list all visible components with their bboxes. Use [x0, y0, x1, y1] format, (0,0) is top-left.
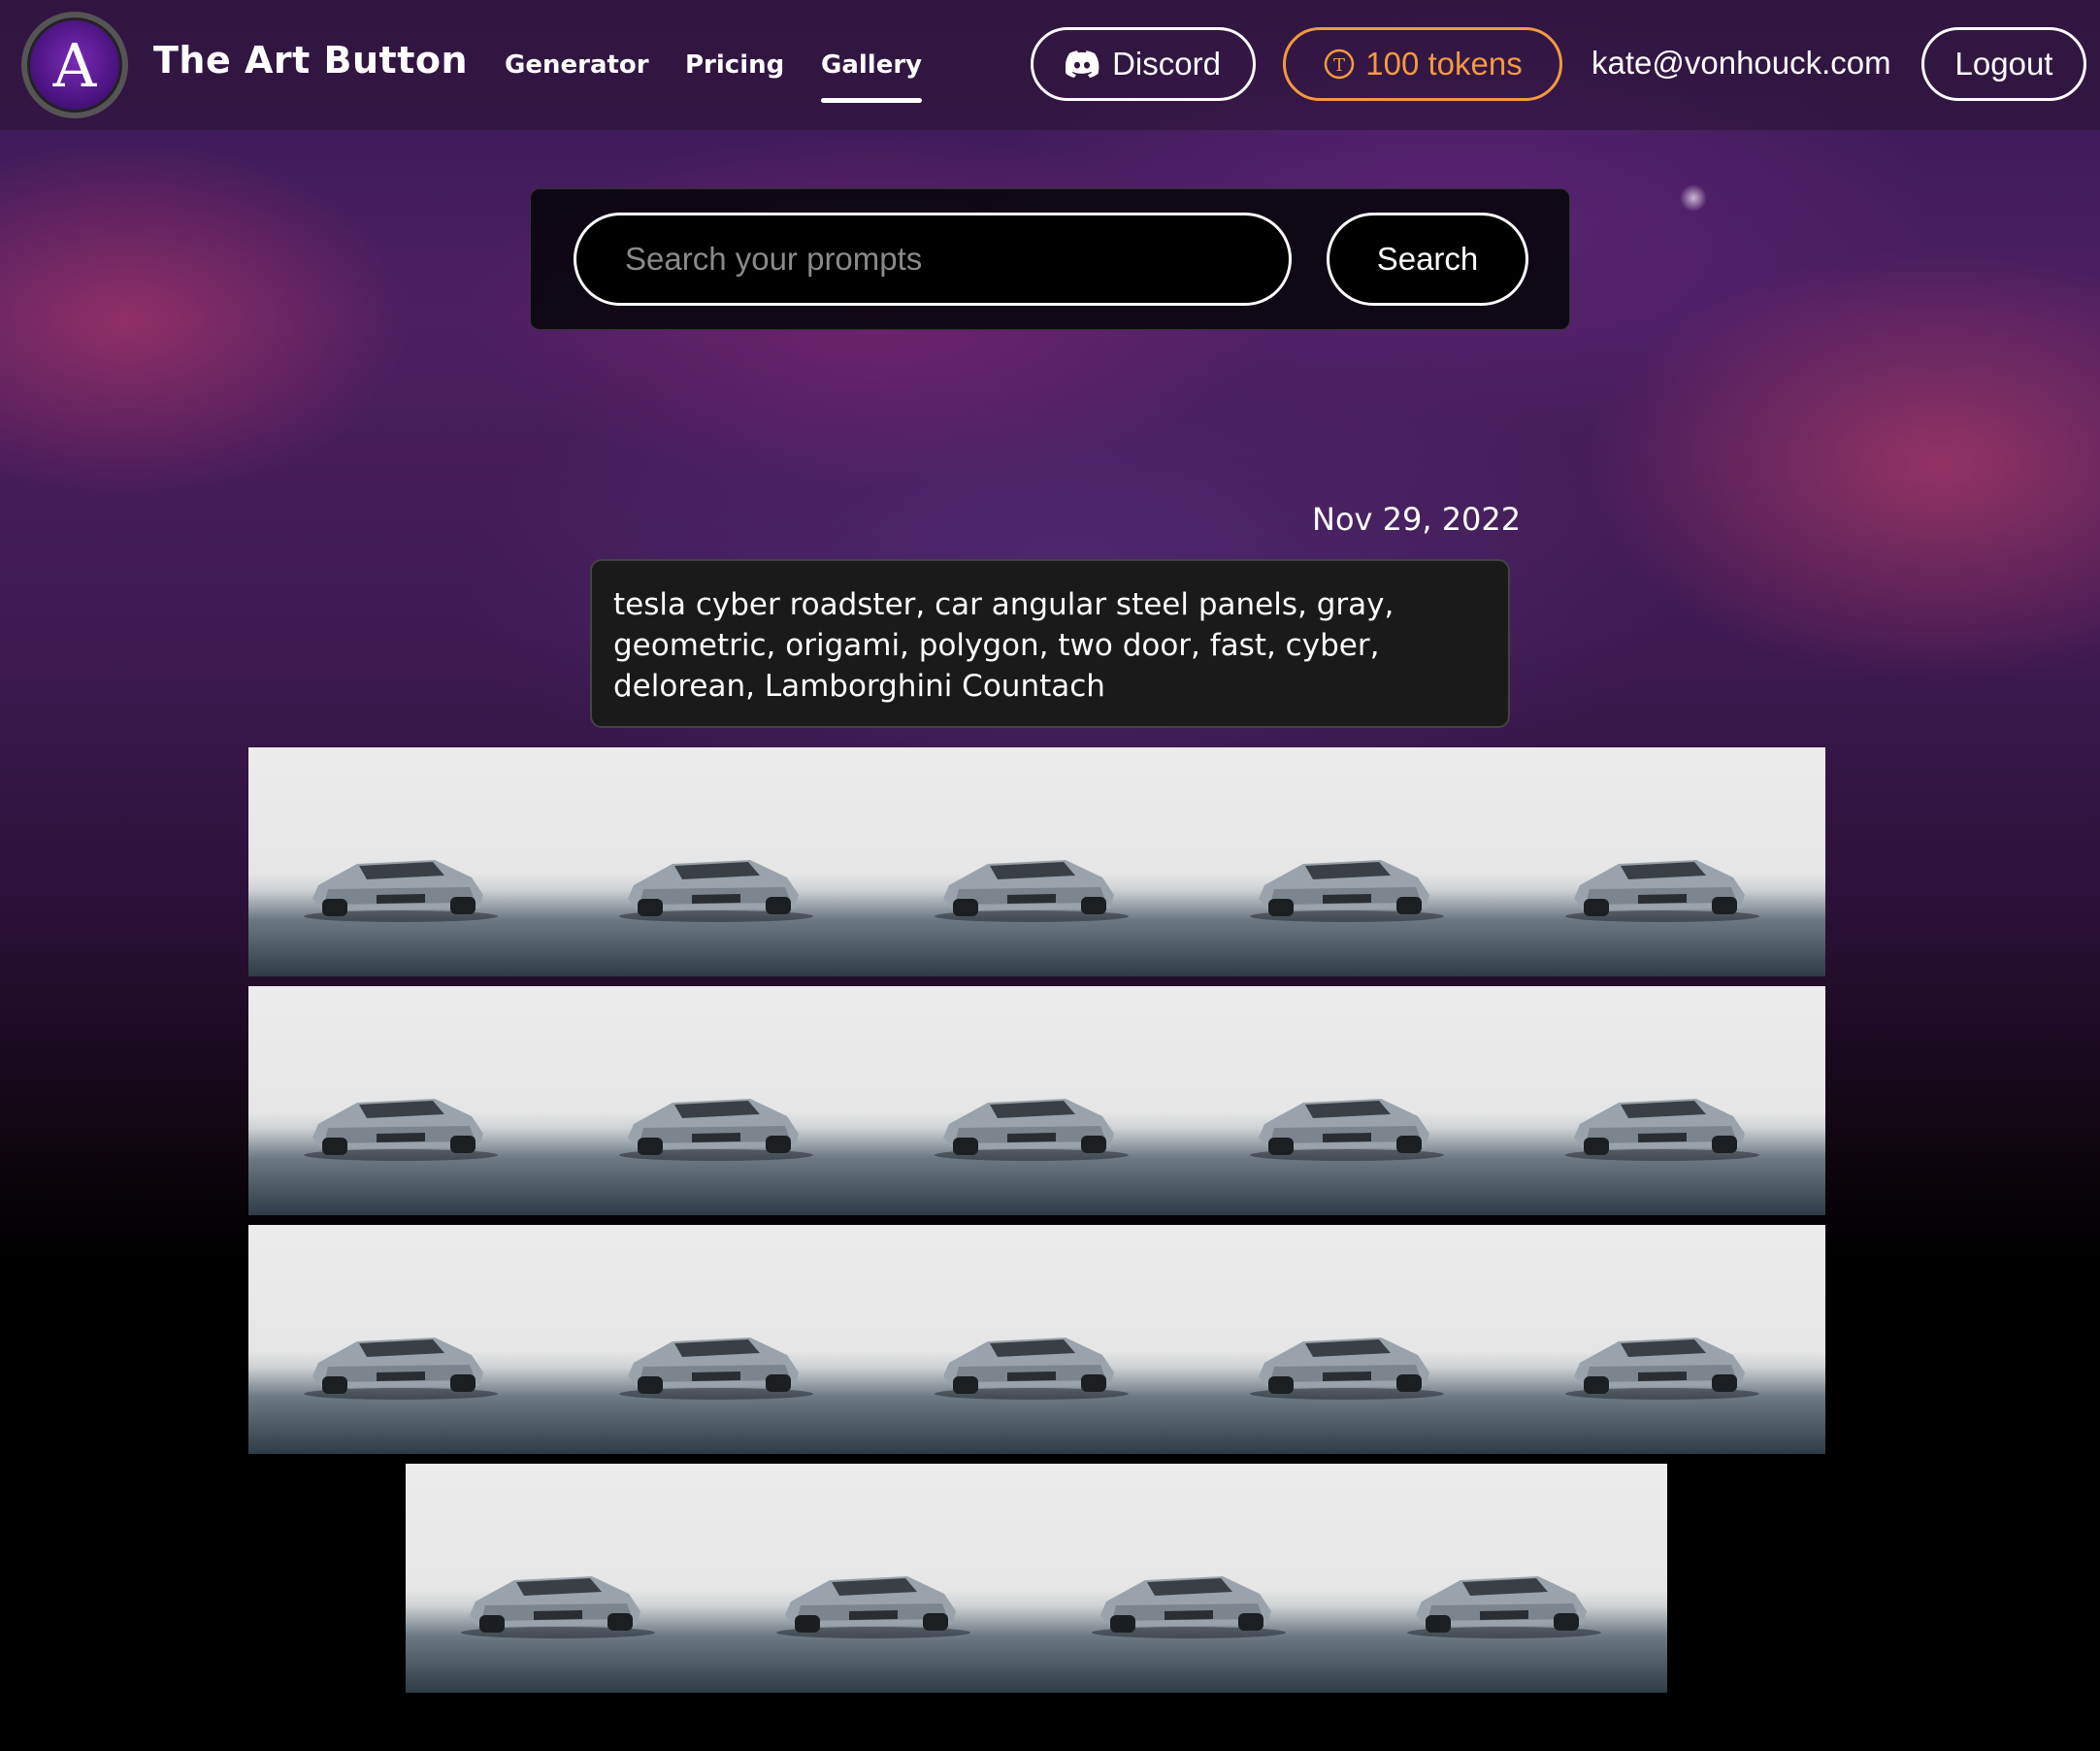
gallery-image[interactable] — [563, 747, 879, 976]
gallery-image[interactable] — [1036, 1464, 1352, 1693]
app-logo[interactable]: A — [21, 12, 128, 118]
gallery-image[interactable] — [247, 747, 564, 976]
gallery-image[interactable] — [878, 1225, 1195, 1454]
gallery-image[interactable] — [247, 986, 564, 1215]
car-image — [934, 1099, 1129, 1161]
user-email: kate@vonhouck.com — [1591, 45, 1891, 81]
logout-button[interactable]: Logout — [1921, 27, 2086, 101]
gallery-row — [247, 1225, 1825, 1454]
gallery-image[interactable] — [878, 747, 1195, 976]
car-image — [1092, 1576, 1286, 1638]
gallery-image[interactable] — [563, 986, 879, 1215]
tokens-button[interactable]: T 100 tokens — [1283, 27, 1562, 101]
gallery-image[interactable] — [1352, 1464, 1667, 1693]
tokens-label: 100 tokens — [1365, 46, 1523, 82]
gallery-image[interactable] — [563, 1225, 879, 1454]
car-image — [1407, 1576, 1601, 1638]
gallery-image[interactable] — [1194, 1225, 1510, 1454]
car-image — [303, 1338, 498, 1400]
search-input[interactable] — [574, 213, 1292, 306]
gallery-image[interactable] — [1509, 1225, 1825, 1454]
car-image — [1249, 860, 1444, 922]
nav-gallery[interactable]: Gallery — [821, 50, 923, 103]
gallery-row — [406, 1464, 1667, 1693]
car-image — [776, 1576, 970, 1638]
token-icon: T — [1325, 49, 1355, 80]
gallery-image[interactable] — [878, 986, 1195, 1215]
car-image — [1249, 1338, 1444, 1400]
gallery-image[interactable] — [1509, 986, 1825, 1215]
car-image — [618, 1099, 813, 1161]
car-image — [303, 1099, 498, 1161]
search-panel: Search — [530, 188, 1570, 330]
search-button[interactable]: Search — [1327, 213, 1528, 306]
car-image — [934, 1338, 1129, 1400]
prompt-text: tesla cyber roadster, car angular steel … — [590, 559, 1510, 728]
discord-button[interactable]: Discord — [1031, 27, 1256, 101]
gallery-row — [247, 986, 1825, 1215]
car-image — [618, 860, 813, 922]
car-image — [934, 860, 1129, 922]
car-image — [1564, 860, 1759, 922]
discord-label: Discord — [1112, 46, 1221, 82]
car-image — [1564, 1338, 1759, 1400]
gallery-image[interactable] — [1509, 747, 1825, 976]
gallery-image[interactable] — [247, 1225, 564, 1454]
nav-generator[interactable]: Generator — [505, 50, 649, 80]
gallery-image[interactable] — [406, 1464, 721, 1693]
top-nav-bar: A The Art Button Generator Pricing Galle… — [0, 0, 2100, 130]
car-image — [461, 1576, 655, 1638]
entry-date: Nov 29, 2022 — [1312, 501, 1522, 538]
discord-icon — [1066, 50, 1099, 78]
gallery-image[interactable] — [1194, 747, 1510, 976]
nav-pricing[interactable]: Pricing — [685, 50, 784, 80]
car-image — [303, 860, 498, 922]
brand-name[interactable]: The Art Button — [153, 39, 468, 82]
gallery-image[interactable] — [1194, 986, 1510, 1215]
car-image — [1564, 1099, 1759, 1161]
car-image — [618, 1338, 813, 1400]
svg-text:T: T — [1333, 55, 1345, 76]
gallery-image[interactable] — [721, 1464, 1036, 1693]
gallery-row — [247, 747, 1825, 976]
car-image — [1249, 1099, 1444, 1161]
